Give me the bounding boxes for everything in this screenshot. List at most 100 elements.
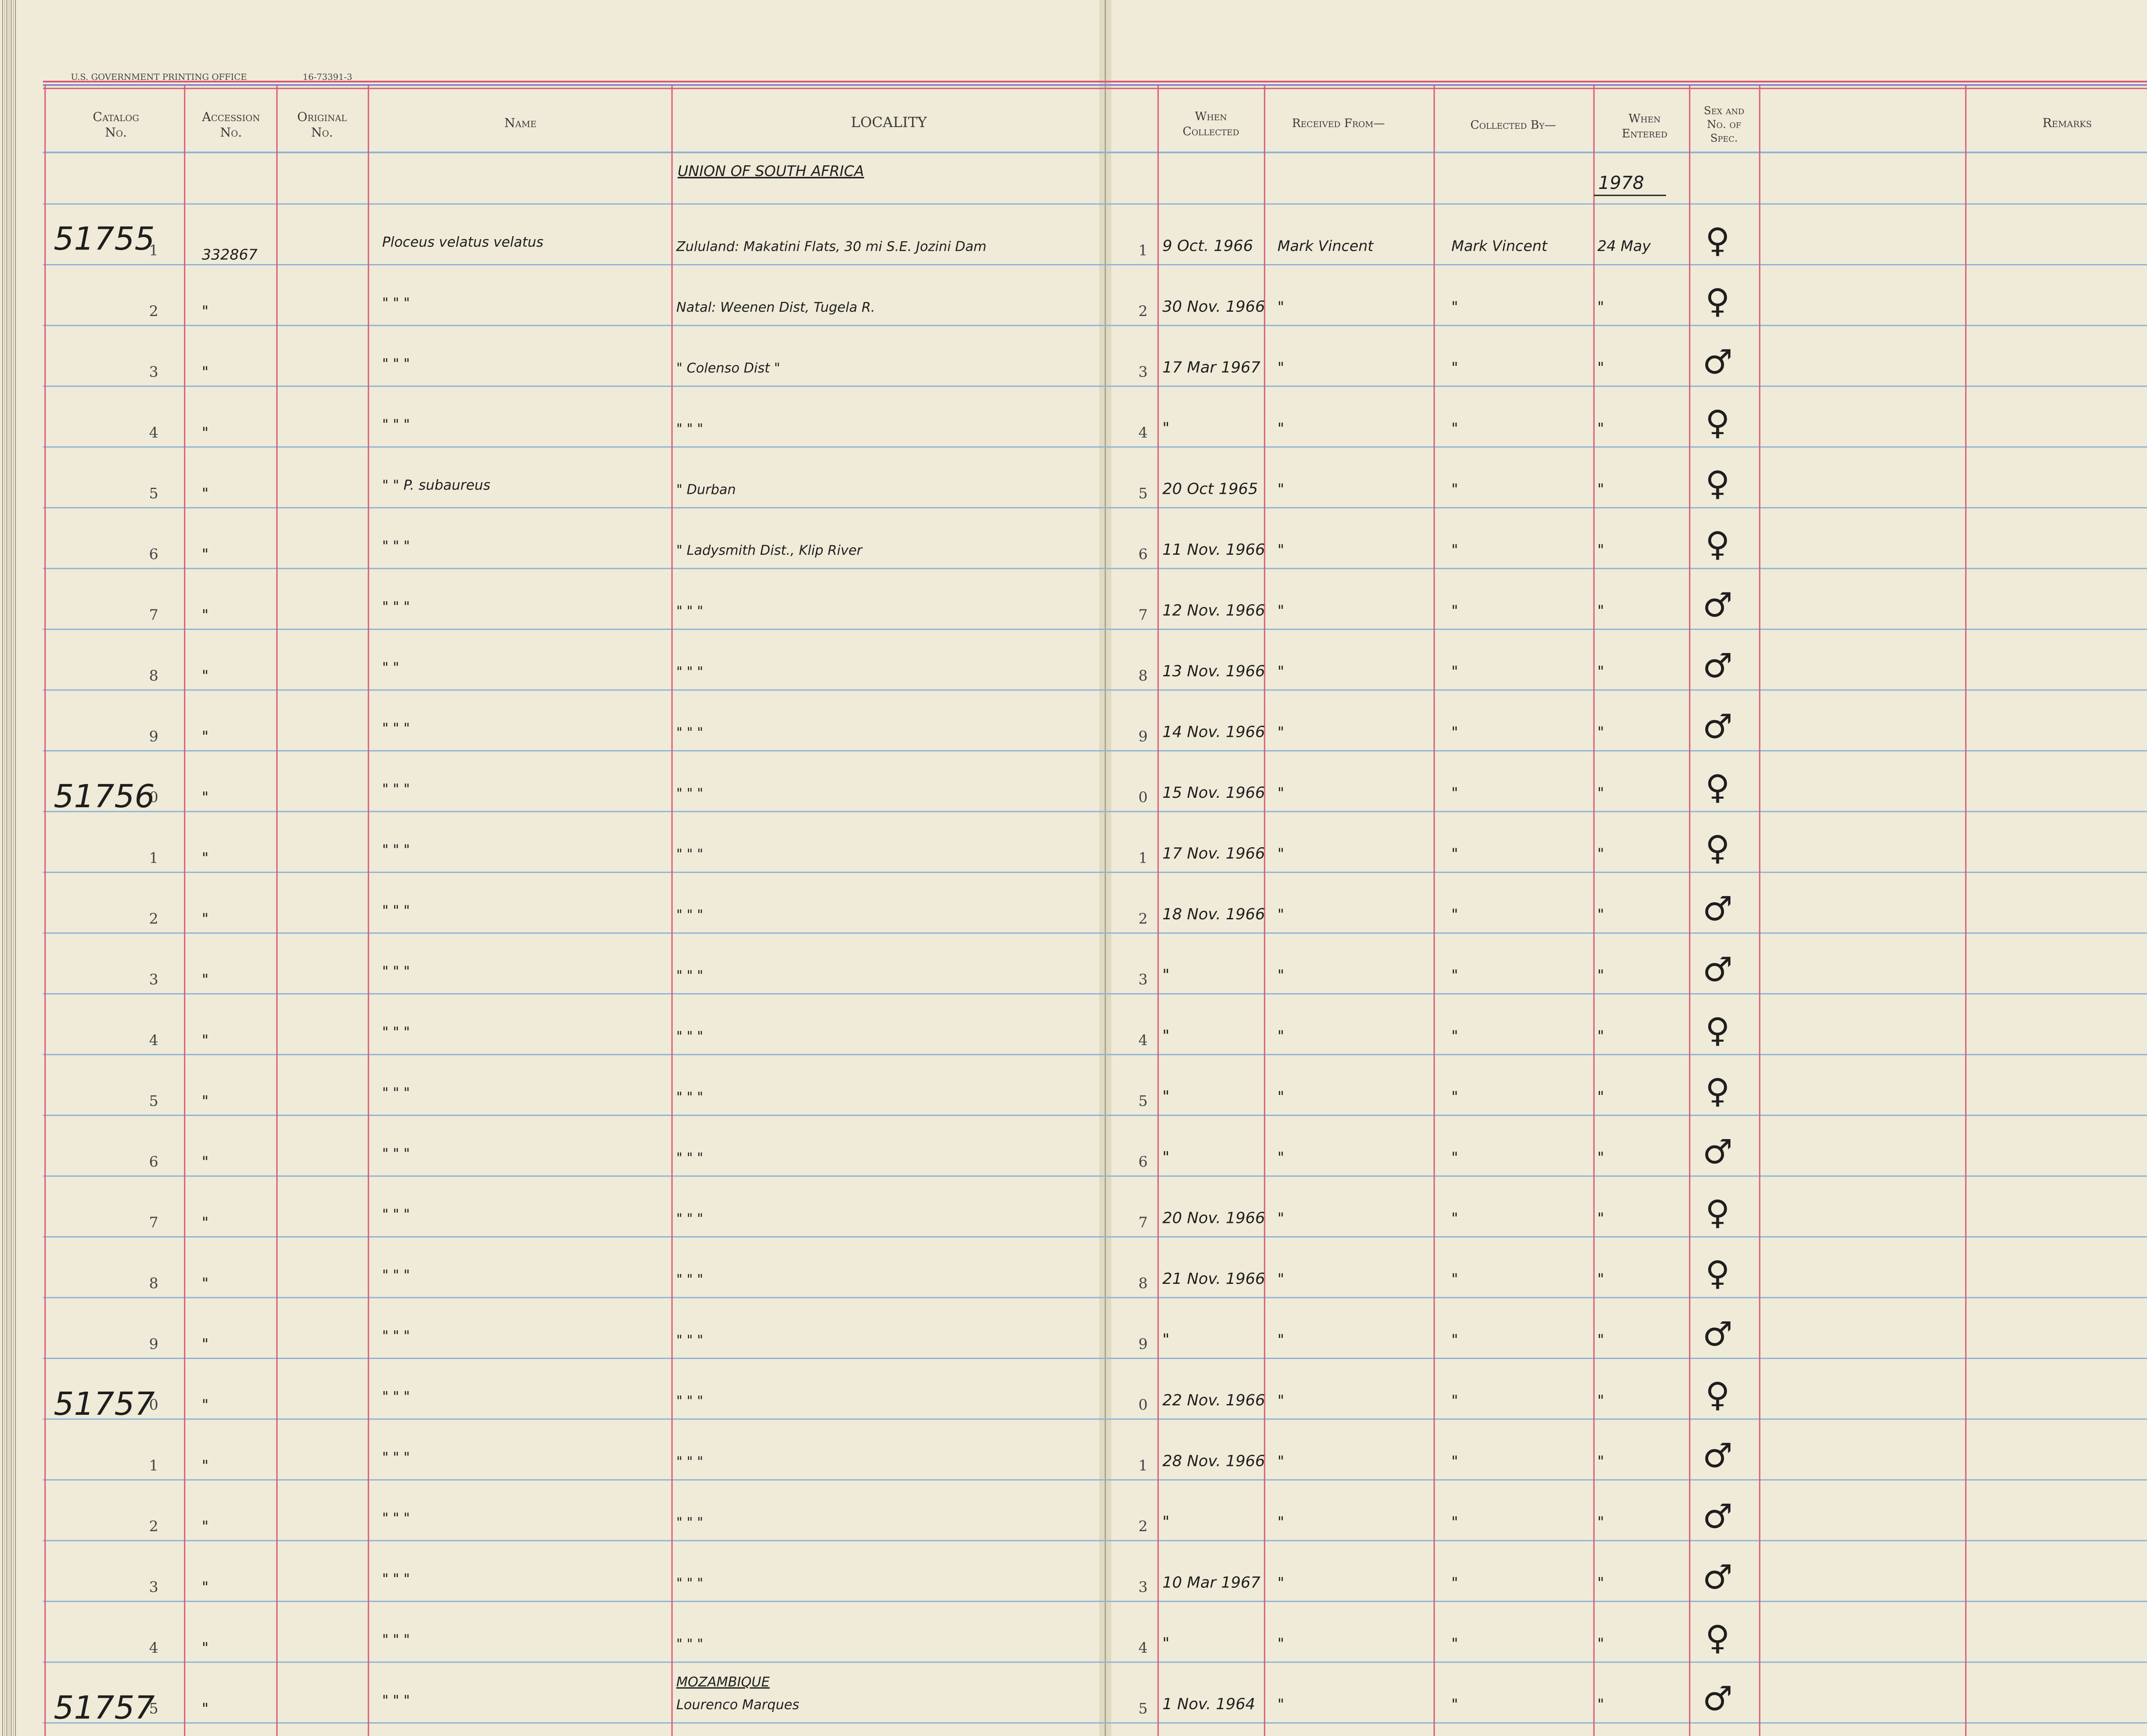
date-entered: " <box>1597 359 1604 377</box>
locality-text: " " " <box>676 907 703 923</box>
locality-text: " " " <box>676 1090 703 1105</box>
row-number: 7 <box>149 607 158 624</box>
species-name: " " " <box>382 1328 410 1344</box>
locality-text: " " " <box>676 1515 703 1530</box>
row-number-right: 4 <box>1138 1639 1148 1657</box>
accession-number: 332867 <box>202 246 258 264</box>
row-number: 9 <box>149 1336 158 1353</box>
date-entered: " <box>1597 1696 1604 1713</box>
locality-text: Natal: Weenen Dist, Tugela R. <box>676 300 875 315</box>
species-name: " " " <box>382 1631 410 1648</box>
received-from: " <box>1277 541 1284 559</box>
male-symbol: ♂ <box>1703 343 1733 382</box>
header-original-line1: Original <box>297 109 347 124</box>
female-symbol: ♀ <box>1705 1194 1730 1232</box>
female-symbol: ♀ <box>1705 1011 1730 1050</box>
accession-number: " <box>202 1336 209 1353</box>
collected-by: " <box>1451 1332 1458 1349</box>
row-number: 1 <box>149 1457 158 1475</box>
female-symbol: ♀ <box>1705 465 1730 503</box>
species-name: " " P. subaureus <box>382 477 490 493</box>
accession-number: " <box>202 789 209 806</box>
row-number: 1 <box>149 850 158 867</box>
female-symbol: ♀ <box>1705 282 1730 321</box>
accession-number: " <box>202 850 209 867</box>
row-number: 4 <box>149 1639 158 1657</box>
species-name: " " " <box>382 1267 410 1283</box>
header-when-collected-line1: When <box>1195 110 1227 123</box>
date-collected: " <box>1162 1027 1170 1045</box>
male-symbol: ♂ <box>1703 1315 1733 1354</box>
locality-text: Lourenco Marques <box>676 1697 799 1713</box>
collected-by: " <box>1451 1028 1458 1045</box>
row-number: 5 <box>149 1093 158 1110</box>
accession-number: " <box>202 485 209 502</box>
female-symbol: ♀ <box>1705 525 1730 564</box>
received-from: " <box>1277 1271 1284 1288</box>
date-collected: 15 Nov. 1966 <box>1162 784 1265 802</box>
row-number-right: 5 <box>1138 1093 1148 1110</box>
row-number-right: 5 <box>1138 485 1148 502</box>
date-entered: " <box>1597 906 1604 923</box>
date-collected: 13 Nov. 1966 <box>1162 663 1265 680</box>
row-number-right: 8 <box>1138 667 1148 684</box>
received-from: " <box>1277 906 1284 923</box>
date-collected: 17 Mar 1967 <box>1162 359 1260 377</box>
date-entered: " <box>1597 1271 1604 1288</box>
date-collected: 10 Mar 1967 <box>1162 1574 1260 1592</box>
row-number-right: 4 <box>1138 424 1148 441</box>
catalog-number: 51755 <box>54 221 155 258</box>
row-number-right: 0 <box>1138 1396 1148 1414</box>
collected-by: " <box>1451 1392 1458 1409</box>
header-received-from: Received From— <box>1292 117 1385 130</box>
received-from: " <box>1277 420 1284 437</box>
date-entered: " <box>1597 1028 1604 1045</box>
species-name: " " " <box>382 1085 410 1101</box>
female-symbol: ♀ <box>1705 222 1730 260</box>
date-collected: " <box>1162 1088 1170 1106</box>
locality-region-note: UNION OF SOUTH AFRICA <box>678 163 864 180</box>
locality-text: " " " <box>676 1636 703 1652</box>
date-entered: " <box>1597 1392 1604 1409</box>
row-number-right: 3 <box>1138 1579 1148 1596</box>
accession-number: " <box>202 910 209 927</box>
date-entered: " <box>1597 481 1604 498</box>
row-number-right: 4 <box>1138 1032 1148 1049</box>
locality-region: MOZAMBIQUE <box>676 1675 770 1690</box>
received-from: " <box>1277 784 1284 802</box>
species-name: " " " <box>382 295 410 311</box>
received-from: " <box>1277 845 1284 863</box>
accession-number: " <box>202 424 209 441</box>
accession-number: " <box>202 607 209 624</box>
female-symbol: ♀ <box>1705 404 1730 442</box>
collected-by: " <box>1451 1453 1458 1470</box>
header-sex-line2: No. of <box>1707 118 1741 131</box>
row-number: 8 <box>149 667 158 684</box>
received-from: " <box>1277 1210 1284 1227</box>
header-original-line2: No. <box>311 125 333 140</box>
row-number-right: 7 <box>1138 607 1148 624</box>
collected-by: " <box>1451 1575 1458 1592</box>
received-from: " <box>1277 724 1284 741</box>
header-catalog-line1: Catalog <box>93 109 139 124</box>
accession-number: " <box>202 364 209 381</box>
row-number: 8 <box>149 1275 158 1292</box>
date-collected: 18 Nov. 1966 <box>1162 906 1265 923</box>
received-from: " <box>1277 1514 1284 1531</box>
collected-by: " <box>1451 1514 1458 1531</box>
header-when-entered-line1: When <box>1629 112 1661 125</box>
header-when-collected-line2: Collected <box>1183 125 1239 138</box>
date-entered: " <box>1597 541 1604 559</box>
received-from: " <box>1277 663 1284 680</box>
page-paper <box>0 0 2147 1736</box>
collected-by: " <box>1451 663 1458 680</box>
collected-by: " <box>1451 906 1458 923</box>
female-symbol: ♀ <box>1705 1619 1730 1657</box>
collected-by: " <box>1451 1088 1458 1106</box>
species-name: " " " <box>382 1571 410 1587</box>
received-from: " <box>1277 602 1284 620</box>
date-entered: " <box>1597 1149 1604 1166</box>
date-entered: " <box>1597 298 1604 316</box>
received-from: " <box>1277 1332 1284 1349</box>
accession-number: " <box>202 971 209 988</box>
